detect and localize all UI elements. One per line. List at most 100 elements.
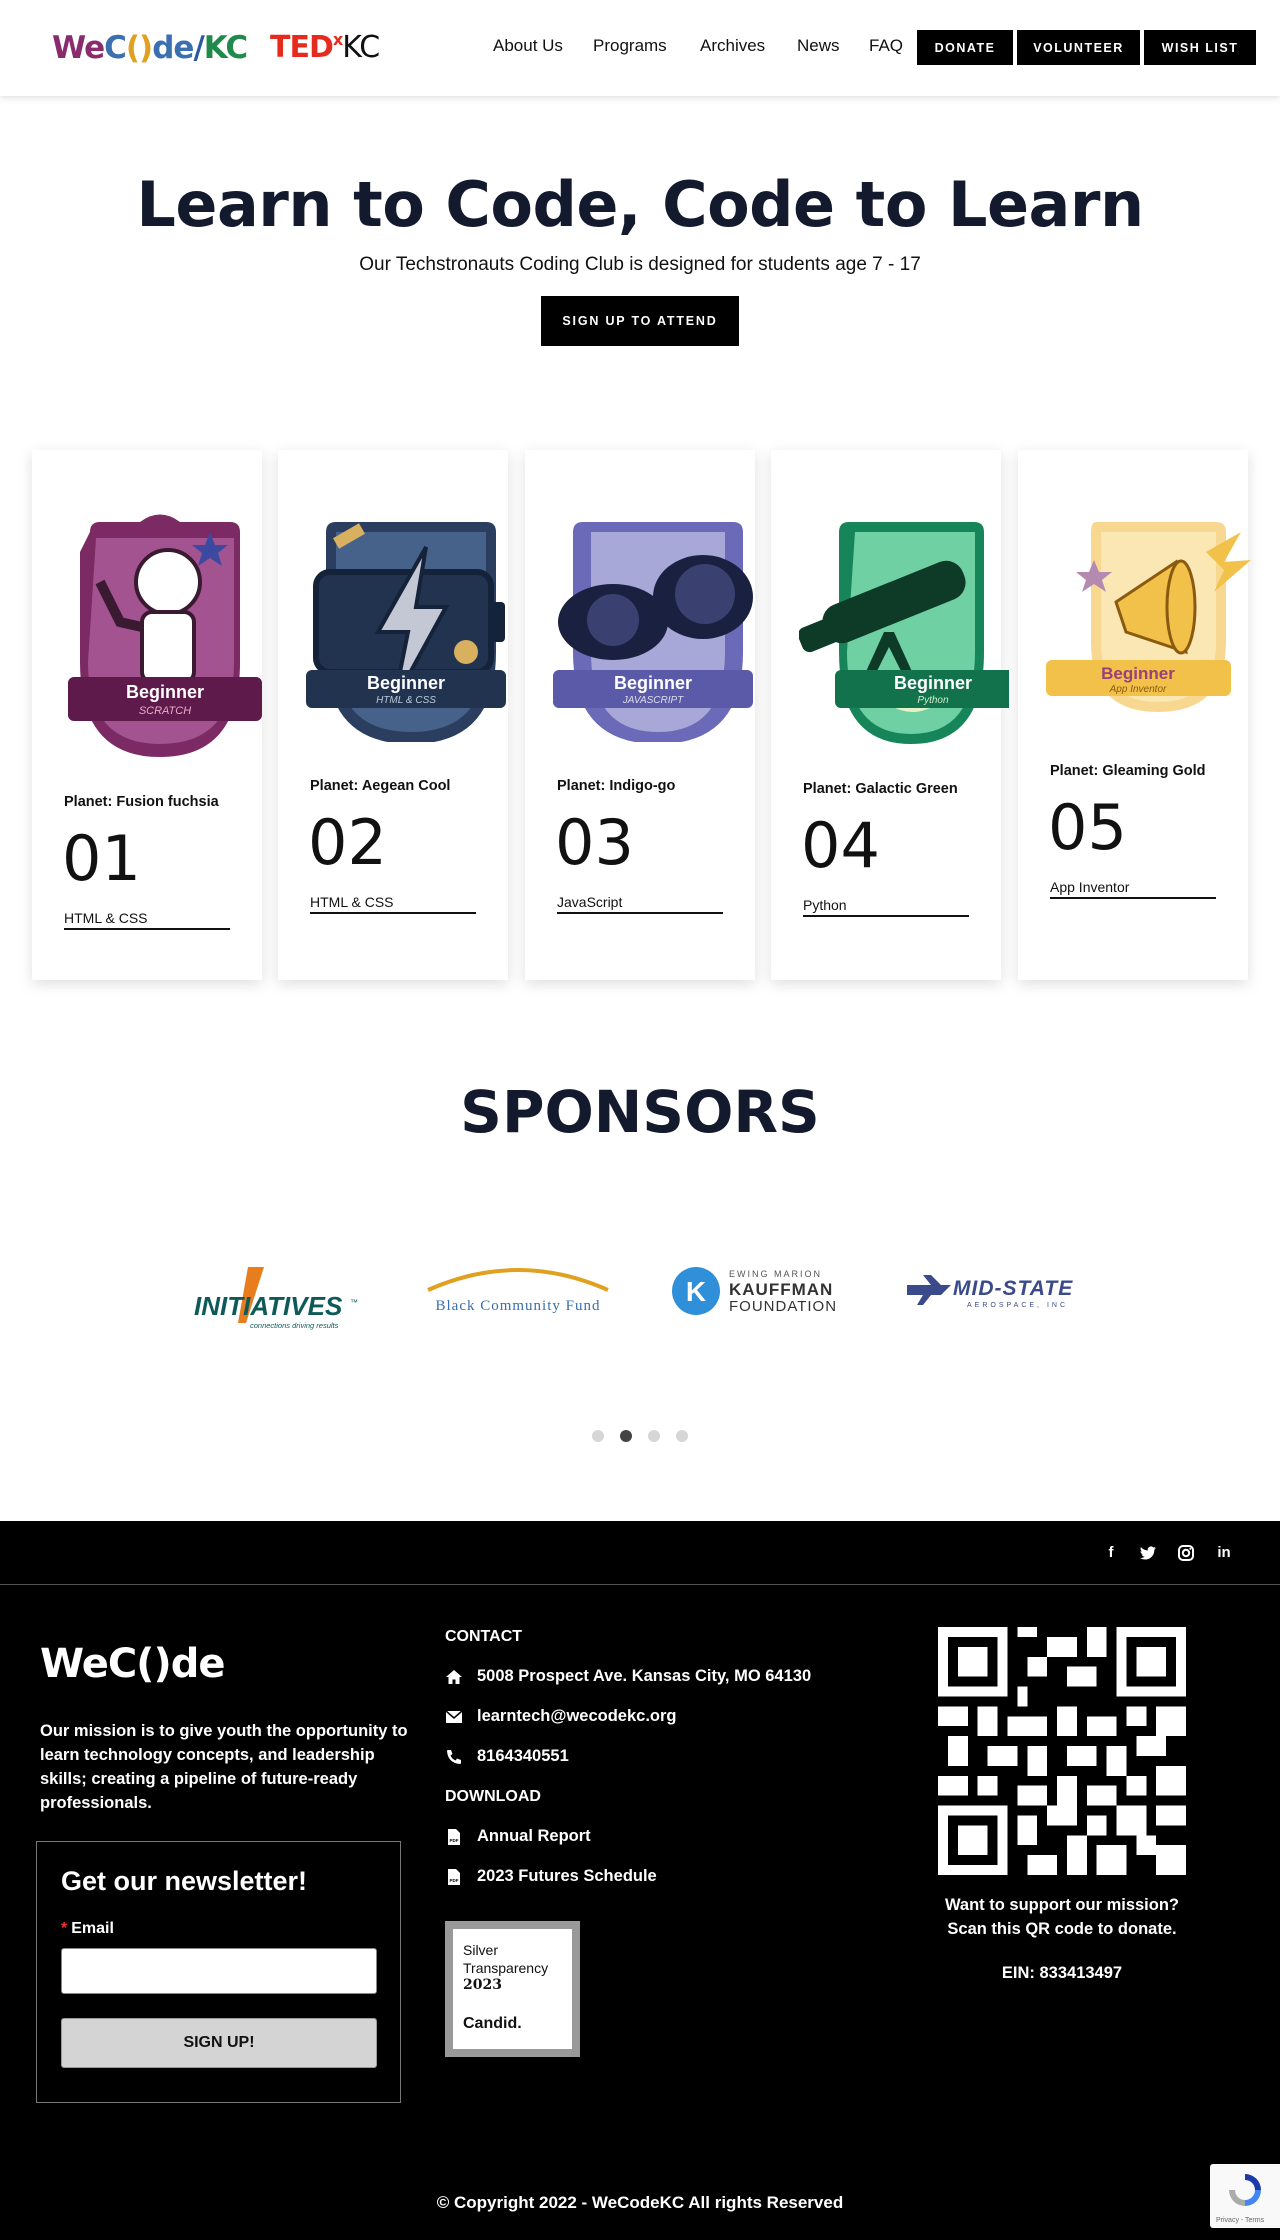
- recaptcha-links[interactable]: Privacy - Terms: [1216, 2217, 1264, 2224]
- card-number: 01: [62, 822, 141, 895]
- svg-text:KAUFFMAN: KAUFFMAN: [729, 1280, 833, 1299]
- svg-text:Black Community Fund: Black Community Fund: [435, 1298, 600, 1314]
- nav-programs[interactable]: Programs: [593, 36, 667, 56]
- qr-caption: Want to support our mission? Scan this Q…: [944, 1896, 1180, 1938]
- hero-title: Learn to Code, Code to Learn: [136, 168, 1144, 241]
- sponsor-initiatives-logo[interactable]: INITIATIVES ™ connections driving result…: [190, 1255, 360, 1335]
- site-header: WeC()de/KC TEDxKC About Us Programs Arch…: [0, 0, 1280, 96]
- course-card-3[interactable]: Beginner JAVASCRIPT Planet: Indigo-go 03…: [525, 450, 755, 980]
- svg-text:MID-STATE: MID-STATE: [953, 1277, 1073, 1300]
- sponsor-black-community-fund-logo[interactable]: Black Community Fund: [423, 1255, 613, 1335]
- sponsor-mid-state-aerospace-logo[interactable]: MID-STATE AEROSPACE, INC: [903, 1255, 1103, 1335]
- mission-statement: Our mission is to give youth the opportu…: [40, 1722, 408, 1812]
- sign-up-to-attend-button[interactable]: SIGN UP TO ATTEND: [541, 296, 739, 346]
- course-card-2[interactable]: Beginner HTML & CSS Planet: Aegean Cool …: [278, 450, 508, 980]
- card-number: 05: [1048, 791, 1127, 864]
- tedxkc-logo[interactable]: TEDxKC: [270, 30, 380, 65]
- nav-faq[interactable]: FAQ: [869, 36, 903, 56]
- svg-text:FOUNDATION: FOUNDATION: [729, 1298, 837, 1315]
- nav-about-us[interactable]: About Us: [493, 36, 563, 56]
- home-icon: [446, 1669, 462, 1684]
- sponsor-kauffman-logo[interactable]: K EWING MARION KAUFFMAN FOUNDATION: [671, 1255, 851, 1335]
- badge-subtitle: SCRATCH: [139, 705, 191, 717]
- donate-qr-code: [938, 1627, 1186, 1875]
- donate-button[interactable]: DONATE: [917, 30, 1013, 65]
- download-futures-schedule[interactable]: PDF 2023 Futures Schedule: [445, 1867, 657, 1886]
- facebook-icon[interactable]: f: [1101, 1543, 1121, 1563]
- svg-text:K: K: [686, 1276, 706, 1307]
- course-card-1[interactable]: Beginner SCRATCH Planet: Fusion fuchsia …: [32, 450, 262, 980]
- download-annual-report[interactable]: PDF Annual Report: [445, 1827, 591, 1846]
- required-marker: *: [61, 1920, 68, 1937]
- svg-text:AEROSPACE, INC: AEROSPACE, INC: [967, 1302, 1068, 1309]
- telescope-icon: Beginner Python: [799, 522, 1009, 744]
- badge-title: Beginner: [614, 673, 692, 693]
- card-course[interactable]: Python: [803, 897, 969, 917]
- ein-number: EIN: 833413497: [1001, 1964, 1123, 1982]
- instagram-icon[interactable]: [1176, 1543, 1196, 1563]
- email-row[interactable]: learntech@wecodekc.org: [445, 1707, 677, 1726]
- card-course[interactable]: App Inventor: [1050, 879, 1216, 899]
- carousel-dot-1[interactable]: [592, 1430, 604, 1442]
- card-number: 02: [308, 806, 387, 879]
- pdf-file-icon: PDF: [448, 1828, 460, 1845]
- recaptcha-icon: [1229, 2174, 1261, 2206]
- nav-archives[interactable]: Archives: [700, 36, 765, 56]
- megaphone-icon: Beginner App Inventor: [1046, 522, 1251, 712]
- newsletter-signup-button[interactable]: SIGN UP!: [61, 2018, 377, 2068]
- badge-subtitle: HTML & CSS: [376, 695, 436, 706]
- card-course[interactable]: HTML & CSS: [310, 894, 476, 914]
- email-label: * Email: [61, 1920, 114, 1937]
- course-card-4[interactable]: Beginner Python Planet: Galactic Green 0…: [771, 450, 1009, 980]
- lightning-battery-icon: Beginner HTML & CSS: [306, 522, 506, 742]
- svg-text:connections driving results: connections driving results: [250, 1321, 339, 1330]
- contact-heading: CONTACT: [445, 1628, 523, 1645]
- svg-text:INITIATIVES: INITIATIVES: [194, 1291, 343, 1321]
- card-planet: Planet: Fusion fuchsia: [64, 794, 219, 810]
- svg-text:PDF: PDF: [450, 1878, 459, 1883]
- course-card-5[interactable]: Beginner App Inventor Planet: Gleaming G…: [1018, 450, 1251, 980]
- badge-subtitle: JAVASCRIPT: [622, 695, 684, 706]
- pdf-file-icon: PDF: [448, 1868, 460, 1885]
- carousel-dot-4[interactable]: [676, 1430, 688, 1442]
- card-number: 03: [555, 806, 634, 879]
- card-planet: Planet: Indigo-go: [557, 778, 676, 794]
- badge-title: Beginner: [1101, 664, 1175, 683]
- card-course[interactable]: JavaScript: [557, 894, 723, 914]
- card-planet: Planet: Galactic Green: [803, 781, 958, 797]
- volunteer-button[interactable]: VOLUNTEER: [1017, 30, 1140, 65]
- carousel-dot-2[interactable]: [620, 1430, 632, 1442]
- carousel-dot-3[interactable]: [648, 1430, 660, 1442]
- linkedin-icon[interactable]: in: [1214, 1543, 1234, 1563]
- card-number: 04: [801, 809, 880, 882]
- recaptcha-badge[interactable]: Privacy - Terms: [1210, 2164, 1280, 2228]
- card-course[interactable]: HTML & CSS: [64, 910, 230, 930]
- hero-subtitle: Our Techstronauts Coding Club is designe…: [359, 254, 921, 275]
- email-field[interactable]: [61, 1948, 377, 1994]
- address-row: 5008 Prospect Ave. Kansas City, MO 64130: [445, 1667, 811, 1686]
- download-heading: DOWNLOAD: [445, 1788, 541, 1805]
- badge-subtitle: App Inventor: [1109, 684, 1167, 695]
- card-planet: Planet: Gleaming Gold: [1050, 763, 1206, 779]
- svg-text:PDF: PDF: [450, 1838, 459, 1843]
- badge-title: Beginner: [894, 673, 972, 693]
- newsletter-title: Get our newsletter!: [61, 1866, 308, 1896]
- svg-text:EWING MARION: EWING MARION: [729, 1269, 822, 1279]
- goggles-icon: Beginner JAVASCRIPT: [553, 522, 753, 742]
- candid-transparency-seal[interactable]: Silver Transparency 2023 Candid.: [445, 1921, 580, 2057]
- phone-icon: [447, 1749, 461, 1764]
- badge-title: Beginner: [367, 673, 445, 693]
- copyright-text: © Copyright 2022 - WeCodeKC All rights R…: [436, 2193, 844, 2212]
- twitter-icon[interactable]: [1138, 1543, 1158, 1563]
- svg-text:™: ™: [350, 1298, 358, 1307]
- sponsors-title: SPONSORS: [460, 1078, 820, 1146]
- nav-news[interactable]: News: [797, 36, 840, 56]
- wishlist-button[interactable]: WISH LIST: [1144, 30, 1256, 65]
- badge-title: Beginner: [126, 682, 204, 702]
- wecodekc-logo[interactable]: WeC()de/KC: [52, 30, 248, 66]
- card-planet: Planet: Aegean Cool: [310, 778, 451, 794]
- badge-subtitle: Python: [917, 695, 949, 706]
- phone-row[interactable]: 8164340551: [445, 1747, 569, 1766]
- footer-wecode-logo[interactable]: WeC()de: [40, 1641, 226, 1687]
- astronaut-icon: Beginner SCRATCH: [68, 514, 262, 757]
